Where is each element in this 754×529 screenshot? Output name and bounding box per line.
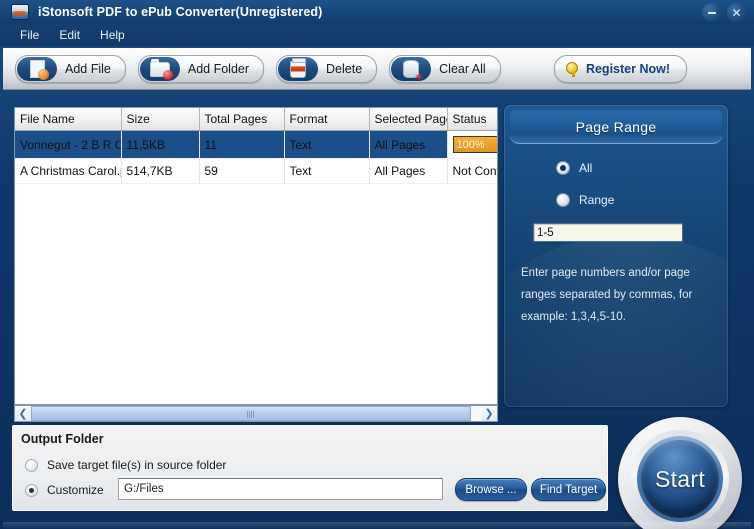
file-list-horizontal-scrollbar[interactable]: ❮ ❯ [14, 405, 498, 422]
column-header-status[interactable]: Status [447, 108, 497, 131]
content-area: File Name Size Total Pages Format Select… [3, 90, 751, 529]
app-icon [11, 4, 29, 20]
page-range-title: Page Range [575, 118, 657, 135]
cell-total-pages: 59 [199, 158, 285, 184]
radio-customize-label: Customize [47, 483, 104, 497]
radio-all[interactable]: All [556, 161, 728, 175]
radio-range-indicator [556, 193, 570, 207]
menu-item-file[interactable]: File [10, 26, 49, 44]
scroll-left-icon[interactable]: ❮ [15, 406, 31, 421]
minimize-icon [707, 11, 716, 14]
add-folder-label: Add Folder [187, 62, 250, 76]
column-header-selected-page[interactable]: Selected Page [369, 108, 448, 131]
output-path-input[interactable] [118, 478, 443, 500]
toolbar: Add File Add Folder Delete Clear All Reg… [3, 48, 751, 90]
column-header-format[interactable]: Format [284, 108, 370, 131]
close-button[interactable]: ✕ [727, 3, 746, 22]
page-range-header: Page Range [510, 110, 722, 143]
progress-bar: 100% [452, 136, 497, 153]
register-now-label: Register Now! [585, 62, 670, 76]
page-range-input[interactable] [533, 223, 683, 242]
file-list-panel[interactable]: File Name Size Total Pages Format Select… [14, 107, 498, 405]
application-window: iStonsoft PDF to ePub Converter(Unregist… [0, 0, 754, 529]
cell-total-pages: 11 [199, 130, 285, 159]
cell-file-name: A Christmas Carol.pd [15, 158, 122, 184]
scrollbar-track[interactable] [31, 406, 481, 421]
delete-button[interactable]: Delete [276, 55, 378, 83]
column-header-size[interactable]: Size [121, 108, 200, 131]
title-bar: iStonsoft PDF to ePub Converter(Unregist… [0, 0, 754, 24]
scroll-right-icon[interactable]: ❯ [481, 406, 497, 421]
window-title: iStonsoft PDF to ePub Converter(Unregist… [38, 5, 323, 19]
register-now-button[interactable]: Register Now! [553, 55, 687, 83]
radio-save-in-source-label: Save target file(s) in source folder [47, 458, 227, 472]
cell-format: Text [284, 130, 370, 159]
menu-item-help[interactable]: Help [90, 26, 135, 44]
radio-range-label: Range [579, 193, 615, 207]
delete-icon [278, 57, 319, 81]
column-header-total-pages[interactable]: Total Pages [199, 108, 285, 131]
add-folder-icon [139, 57, 180, 81]
radio-save-in-source-folder[interactable]: Save target file(s) in source folder [25, 458, 226, 472]
cell-format: Text [284, 158, 370, 184]
radio-all-label: All [579, 161, 593, 175]
start-button-area: Start [618, 417, 742, 529]
page-range-hint: Enter page numbers and/or page ranges se… [521, 267, 693, 323]
key-icon [565, 61, 580, 77]
cell-selected-page: All Pages [369, 158, 448, 184]
add-file-button[interactable]: Add File [15, 55, 126, 83]
table-row[interactable]: Vonnegut - 2 B R O 2 11,5KB 11 Text All … [15, 130, 497, 159]
find-target-button[interactable]: Find Target [531, 478, 606, 501]
radio-save-in-source-indicator [25, 458, 38, 472]
cell-status: Not Convert [447, 158, 497, 184]
file-table: File Name Size Total Pages Format Select… [15, 108, 497, 184]
table-header-row: File Name Size Total Pages Format Select… [15, 108, 497, 131]
cell-file-name: Vonnegut - 2 B R O 2 [15, 130, 122, 159]
start-button-label: Start [654, 465, 706, 492]
add-folder-button[interactable]: Add Folder [137, 55, 265, 83]
radio-customize-indicator [25, 483, 38, 497]
clear-all-icon [391, 57, 432, 83]
radio-customize[interactable]: Customize [25, 483, 104, 497]
cell-size: 11,5KB [121, 130, 200, 159]
menu-item-edit[interactable]: Edit [49, 26, 90, 44]
start-button[interactable]: Start [641, 440, 719, 518]
cell-size: 514,7KB [121, 158, 200, 184]
radio-all-indicator [556, 161, 570, 175]
radio-range[interactable]: Range [556, 193, 728, 207]
menu-bar: File Edit Help [0, 24, 754, 46]
minimize-button[interactable] [702, 3, 721, 22]
clear-all-label: Clear All [439, 62, 486, 76]
output-folder-title: Output Folder [21, 432, 104, 446]
column-header-file-name[interactable]: File Name [15, 108, 122, 131]
browse-button[interactable]: Browse ... [455, 478, 527, 501]
add-file-label: Add File [65, 62, 111, 76]
cell-status: 100% [447, 130, 497, 159]
table-row[interactable]: A Christmas Carol.pd 514,7KB 59 Text All… [15, 158, 497, 184]
add-file-icon [17, 57, 57, 81]
clear-all-button[interactable]: Clear All [389, 55, 501, 83]
window-controls: ✕ [702, 3, 746, 22]
page-range-panel: Page Range All Range Enter page numbers … [504, 105, 728, 407]
output-folder-group: Output Folder Save target file(s) in sou… [12, 425, 608, 511]
delete-label: Delete [326, 62, 363, 76]
cell-selected-page: All Pages [369, 130, 448, 159]
scrollbar-thumb[interactable] [31, 406, 471, 421]
